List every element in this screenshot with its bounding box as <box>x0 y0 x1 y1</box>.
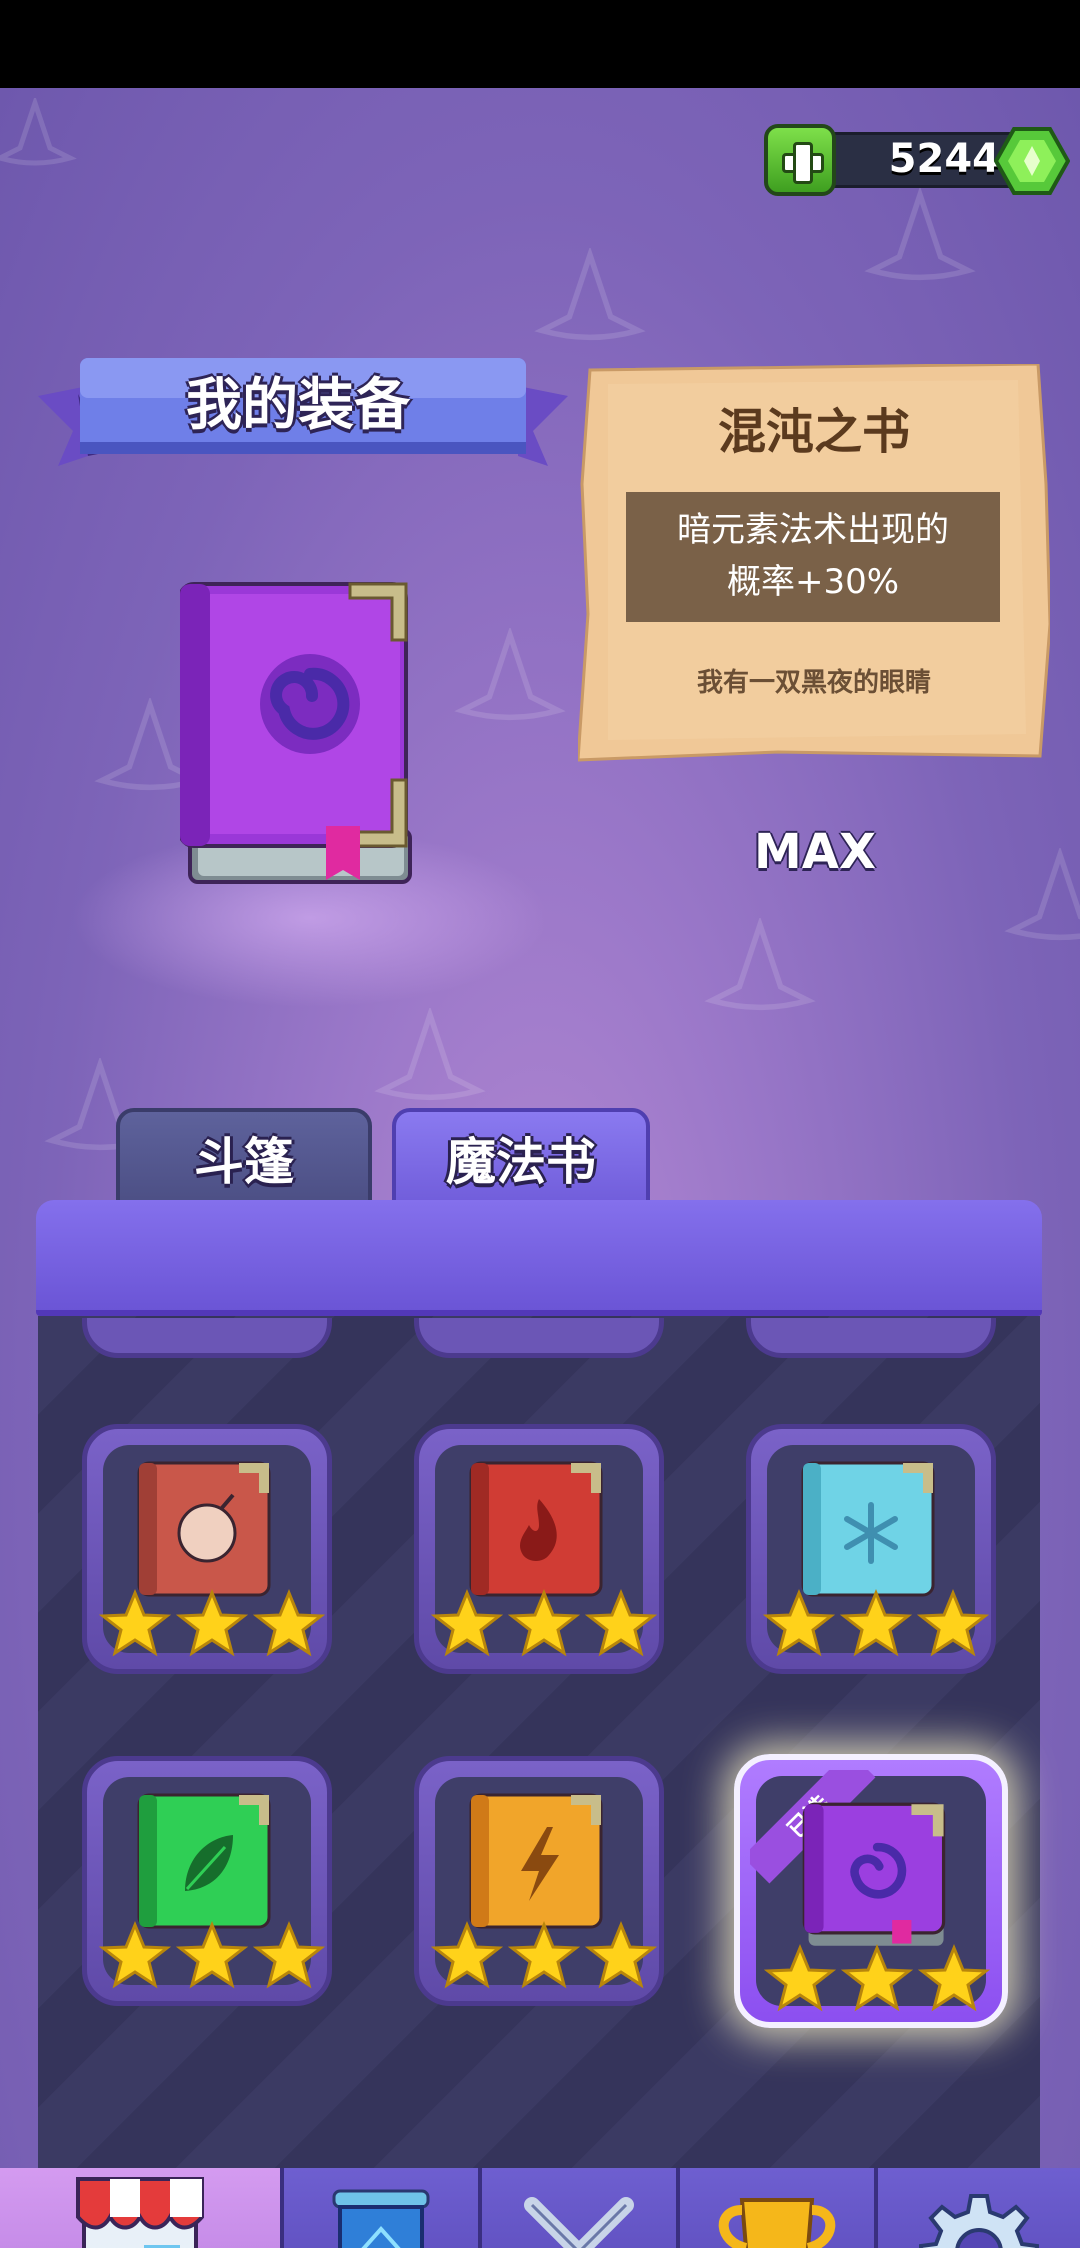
nav-trophy[interactable] <box>680 2168 878 2248</box>
green-gem-icon <box>994 127 1070 195</box>
item-description: 暗元素法术出现的 概率+30% <box>626 492 1000 622</box>
rating-stars <box>98 1589 326 1657</box>
gem-amount: 5244 <box>888 136 1000 182</box>
gear-icon <box>919 2194 1039 2248</box>
bomb-book-icon <box>137 1461 271 1597</box>
equipment-screen: 5244 我的装备 混沌之书 暗元素法术出现的 概率+30% 我有一双黑夜的眼睛… <box>0 88 1080 2248</box>
hat-pattern-icon <box>864 188 976 281</box>
panel-header <box>36 1200 1042 1316</box>
nav-shop[interactable] <box>0 2168 284 2248</box>
hat-pattern-icon <box>374 1008 486 1101</box>
nav-emblem[interactable] <box>284 2168 482 2248</box>
ice-book-icon <box>801 1461 935 1597</box>
nav-settings[interactable] <box>878 2168 1080 2248</box>
hat-pattern-icon <box>454 628 566 721</box>
lightning-book-icon <box>469 1793 603 1929</box>
book-slot-bomb[interactable] <box>82 1424 332 1674</box>
book-slot-chaos[interactable]: 已选 <box>734 1754 1008 2028</box>
hat-pattern-icon <box>704 918 816 1011</box>
rating-stars <box>763 1944 991 2012</box>
chaos-book-icon <box>180 582 412 884</box>
page-title: 我的装备 <box>186 373 410 438</box>
level-label: MAX <box>754 824 876 880</box>
book-slot-ice[interactable] <box>746 1424 996 1674</box>
partial-row-middle <box>414 1318 664 1364</box>
shop-icon <box>76 2177 204 2248</box>
fire-book-icon <box>469 1461 603 1597</box>
book-slot-fire[interactable] <box>414 1424 664 1674</box>
hat-pattern-icon <box>0 98 77 166</box>
rating-stars <box>430 1921 658 1989</box>
book-slot-lightning[interactable] <box>414 1756 664 2006</box>
crossed-swords-icon <box>524 2197 634 2248</box>
rating-stars <box>98 1921 326 1989</box>
description-line-1: 暗元素法术出现的 <box>677 510 949 550</box>
rating-stars <box>762 1589 990 1657</box>
hat-pattern-icon <box>534 248 646 341</box>
bottom-nav <box>0 2168 1080 2248</box>
item-detail-card: 混沌之书 暗元素法术出现的 概率+30% 我有一双黑夜的眼睛 <box>578 364 1050 764</box>
hat-pattern-icon <box>1004 848 1080 941</box>
nature-book-icon <box>137 1793 271 1929</box>
trophy-icon <box>718 2198 836 2248</box>
description-line-2: 概率+30% <box>726 562 900 602</box>
item-name: 混沌之书 <box>717 404 910 460</box>
chaos-book-icon <box>802 1802 946 1946</box>
item-flavor-text: 我有一双黑夜的眼睛 <box>696 668 931 698</box>
partial-row-left <box>82 1318 332 1364</box>
add-gems-button[interactable] <box>764 124 836 196</box>
rating-stars <box>430 1589 658 1657</box>
partial-row-right <box>746 1318 996 1364</box>
nav-battle[interactable] <box>482 2168 680 2248</box>
shield-emblem-icon <box>332 2189 430 2248</box>
title-banner: 我的装备 <box>38 356 568 486</box>
book-slot-nature[interactable] <box>82 1756 332 2006</box>
gem-counter: 5244 <box>764 124 1070 196</box>
